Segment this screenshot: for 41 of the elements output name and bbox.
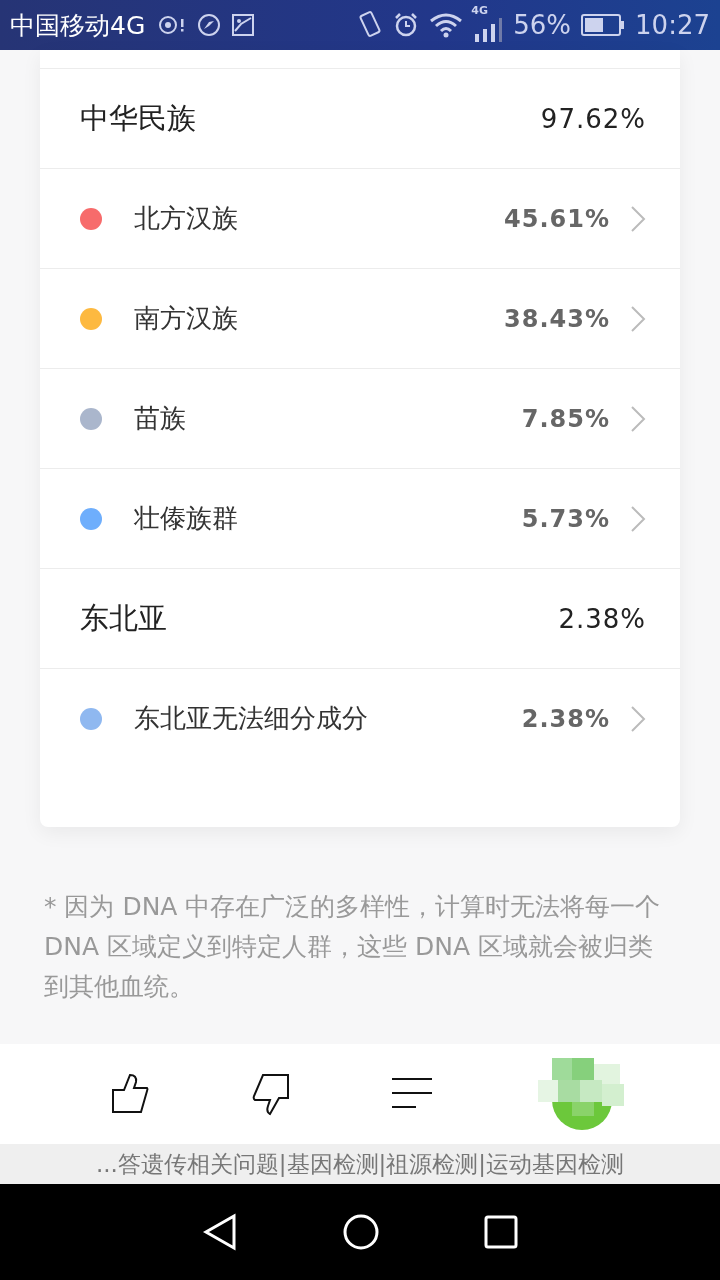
population-row[interactable]: 北方汉族 45.61% bbox=[40, 169, 680, 269]
footnote: * 因为 DNA 中存在广泛的多样性，计算时无法将每一个 DNA 区域定义到特定人群，这些 DNA 区域就会被归类到其他血统。 bbox=[44, 891, 662, 1003]
population-row[interactable]: 苗族 7.85% bbox=[40, 369, 680, 469]
wifi-icon bbox=[429, 12, 464, 38]
chevron-right-icon bbox=[630, 504, 646, 533]
home-icon[interactable] bbox=[342, 1213, 380, 1251]
region-percent: 2.38% bbox=[558, 603, 646, 634]
region-name: 中华民族 bbox=[80, 99, 197, 137]
population-percent: 5.73% bbox=[521, 504, 610, 533]
chevron-right-icon bbox=[630, 204, 646, 233]
image-icon bbox=[231, 13, 256, 37]
population-row[interactable]: 壮傣族群 5.73% bbox=[40, 469, 680, 569]
population-percent: 38.43% bbox=[504, 304, 610, 333]
population-name: 苗族 bbox=[134, 402, 187, 435]
back-icon[interactable] bbox=[202, 1212, 238, 1252]
population-name: 东北亚无法细分成分 bbox=[134, 702, 369, 735]
thumbs-down-icon[interactable] bbox=[250, 1072, 291, 1116]
chevron-right-icon bbox=[630, 404, 646, 433]
population-row[interactable]: 东北亚无法细分成分 2.38% bbox=[40, 669, 680, 768]
population-name: 壮傣族群 bbox=[134, 502, 239, 535]
region-percent: 97.62% bbox=[540, 103, 646, 134]
battery-percent: 56% bbox=[513, 10, 572, 40]
population-name: 南方汉族 bbox=[134, 302, 239, 335]
chevron-right-icon bbox=[630, 704, 646, 733]
carrier-name: 中国移动4G bbox=[10, 9, 146, 42]
population-percent: 7.85% bbox=[521, 404, 610, 433]
recents-icon[interactable] bbox=[484, 1215, 518, 1249]
population-name: 北方汉族 bbox=[134, 202, 239, 235]
network-type-label: 4G bbox=[471, 4, 488, 17]
battery-icon bbox=[581, 13, 626, 37]
region-name: 东北亚 bbox=[80, 599, 168, 637]
vibrate-icon bbox=[357, 10, 384, 40]
signal-icon bbox=[473, 18, 504, 42]
population-percent: 45.61% bbox=[504, 204, 610, 233]
clock: 10:27 bbox=[635, 10, 710, 40]
thumbs-up-icon[interactable] bbox=[110, 1072, 151, 1116]
ticker-text: ...答遗传相关问题|基因检测|祖源检测|运动基因检测 bbox=[95, 1149, 625, 1179]
chevron-right-icon bbox=[630, 304, 646, 333]
population-row[interactable]: 南方汉族 38.43% bbox=[40, 269, 680, 369]
compass-icon bbox=[197, 13, 222, 37]
population-percent: 2.38% bbox=[521, 704, 610, 733]
